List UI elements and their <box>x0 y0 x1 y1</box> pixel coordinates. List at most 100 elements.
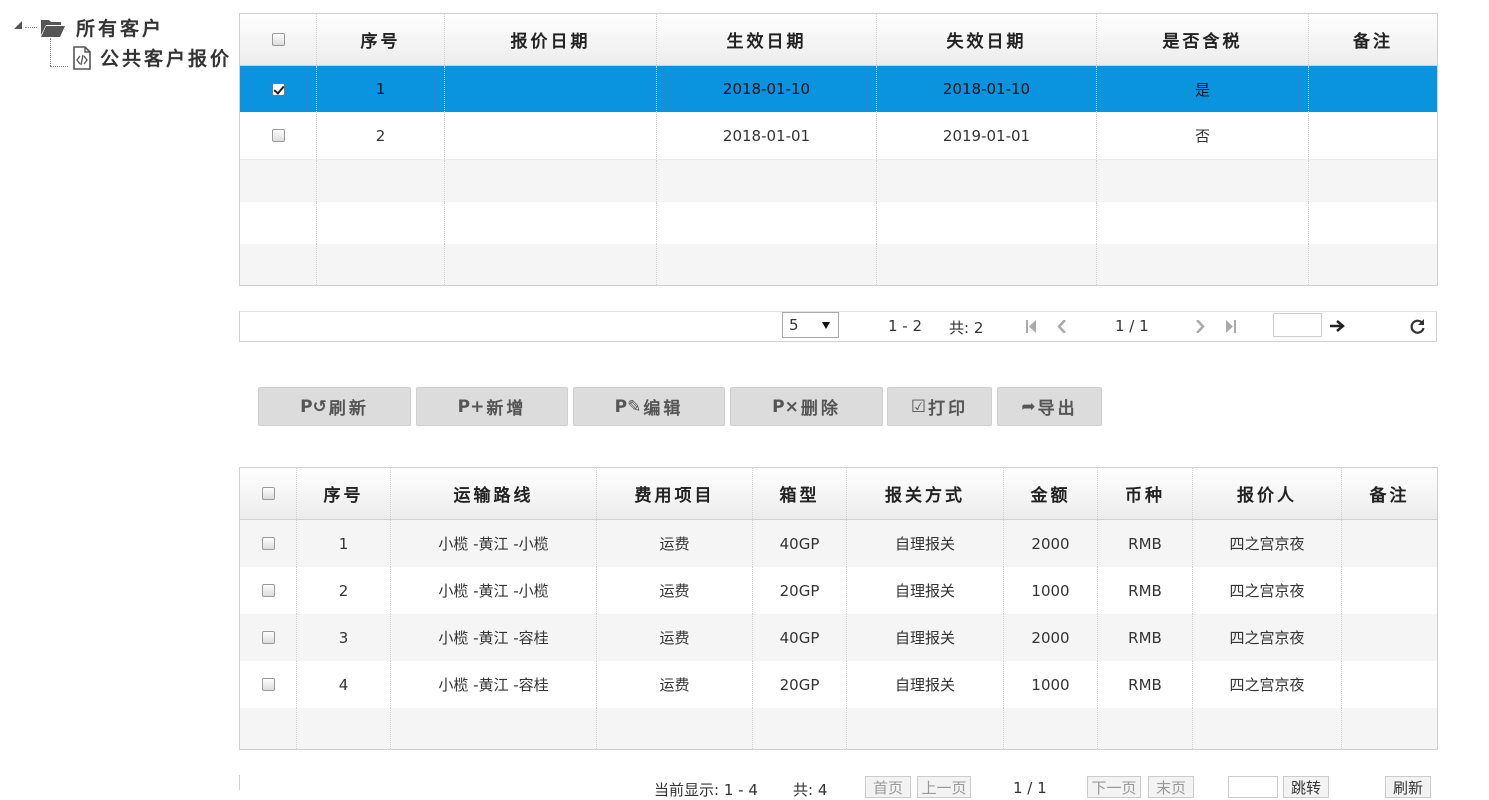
table-row[interactable]: 4 小榄 -黄江 -容桂 运费 20GP 自理报关 1000 RMB 四之宫京夜 <box>240 661 1437 708</box>
cell-note <box>1342 661 1437 708</box>
cell-currency: RMB <box>1098 520 1193 567</box>
delete-button[interactable]: P× 删除 <box>730 387 883 426</box>
empty-row <box>240 202 1437 244</box>
col-header-amount[interactable]: 金额 <box>1004 468 1098 519</box>
cell-fee: 运费 <box>597 520 753 567</box>
col-header-note[interactable]: 备注 <box>1342 468 1437 519</box>
col-header-note[interactable]: 备注 <box>1309 14 1437 65</box>
cell-box: 40GP <box>753 520 847 567</box>
refresh-icon[interactable] <box>1409 318 1426 335</box>
add-button[interactable]: P+ 新增 <box>416 387 568 426</box>
col-header-customs[interactable]: 报关方式 <box>847 468 1004 519</box>
jump-button[interactable]: 跳转 <box>1283 776 1329 798</box>
edit-button[interactable]: P✎ 编辑 <box>573 387 725 426</box>
col-header-tax[interactable]: 是否含税 <box>1097 14 1309 65</box>
col-header-route[interactable]: 运输路线 <box>391 468 597 519</box>
col-header-seq[interactable]: 序号 <box>317 14 445 65</box>
refresh-icon: P↺ <box>300 396 327 417</box>
cell-tax: 是 <box>1097 66 1309 112</box>
row-checkbox-cell[interactable] <box>240 614 297 661</box>
page2-jump-input[interactable] <box>1228 776 1278 798</box>
cell-customs: 自理报关 <box>847 661 1004 708</box>
table-row[interactable]: 1 2018-01-10 2018-01-10 是 <box>240 66 1437 112</box>
row-checkbox[interactable] <box>271 82 285 96</box>
row-checkbox[interactable] <box>271 129 285 142</box>
tree-connector-child <box>50 66 68 67</box>
pager-range: 1 - 2 <box>888 317 923 335</box>
select-all-cell[interactable] <box>240 14 317 65</box>
cell-currency: RMB <box>1098 567 1193 614</box>
go-arrow-icon[interactable] <box>1330 319 1346 333</box>
prev-page-button[interactable]: 上一页 <box>917 776 971 798</box>
col-header-start-date[interactable]: 生效日期 <box>657 14 877 65</box>
row-checkbox-cell[interactable] <box>240 112 317 159</box>
next-page-button[interactable]: 下一页 <box>1087 776 1141 798</box>
tree-node-all-customers[interactable]: 所有客户 <box>40 14 164 41</box>
table-row[interactable]: 3 小榄 -黄江 -容桂 运费 40GP 自理报关 2000 RMB 四之宫京夜 <box>240 614 1437 661</box>
last-page-button[interactable]: 末页 <box>1148 776 1194 798</box>
col-header-seq[interactable]: 序号 <box>297 468 391 519</box>
page-size-value: 5 <box>789 316 799 334</box>
row-checkbox-cell[interactable] <box>240 66 317 112</box>
export-button[interactable]: ➦ 导出 <box>997 387 1102 426</box>
cell-seq: 1 <box>317 66 445 112</box>
refresh-button[interactable]: P↺ 刷新 <box>258 387 411 426</box>
cell-amount: 2000 <box>1004 614 1098 661</box>
col-header-fee[interactable]: 费用项目 <box>597 468 753 519</box>
col-header-currency[interactable]: 币种 <box>1098 468 1193 519</box>
pager-page: 1 / 1 <box>1115 317 1149 335</box>
tree-child-label: 公共客户报价 <box>100 48 233 70</box>
row-checkbox[interactable] <box>261 584 275 597</box>
row-checkbox-cell[interactable] <box>240 520 297 567</box>
table-row[interactable]: 1 小榄 -黄江 -小榄 运费 40GP 自理报关 2000 RMB 四之宫京夜 <box>240 520 1437 567</box>
cell-amount: 1000 <box>1004 567 1098 614</box>
cell-route: 小榄 -黄江 -容桂 <box>391 614 597 661</box>
first-page-icon[interactable] <box>1026 320 1036 333</box>
table-row[interactable]: 2 2018-01-01 2019-01-01 否 <box>240 112 1437 160</box>
select-all-cell[interactable] <box>240 468 297 519</box>
last-page-icon[interactable] <box>1226 320 1236 333</box>
col-header-quote-date[interactable]: 报价日期 <box>445 14 657 65</box>
prev-page-icon[interactable] <box>1057 320 1067 333</box>
page-jump-input[interactable] <box>1273 313 1322 337</box>
cell-start-date: 2018-01-01 <box>657 112 877 159</box>
row-checkbox-cell[interactable] <box>240 567 297 614</box>
cell-customs: 自理报关 <box>847 567 1004 614</box>
row-checkbox-cell[interactable] <box>240 661 297 708</box>
cell-currency: RMB <box>1098 661 1193 708</box>
tree-connector <box>25 27 37 28</box>
pager2-refresh-button[interactable]: 刷新 <box>1385 776 1431 798</box>
col-header-quoter[interactable]: 报价人 <box>1193 468 1342 519</box>
empty-row <box>240 160 1437 202</box>
grid-header-row: 序号 运输路线 费用项目 箱型 报关方式 金额 币种 报价人 备注 <box>240 468 1437 520</box>
quote-detail-grid: 序号 运输路线 费用项目 箱型 报关方式 金额 币种 报价人 备注 1 小榄 -… <box>239 467 1438 750</box>
cell-seq: 2 <box>317 112 445 159</box>
select-all-checkbox[interactable] <box>261 487 275 500</box>
cell-fee: 运费 <box>597 614 753 661</box>
row-checkbox[interactable] <box>261 631 275 644</box>
row-checkbox[interactable] <box>261 678 275 691</box>
cell-seq: 2 <box>297 567 391 614</box>
empty-row <box>240 244 1437 285</box>
print-button[interactable]: ☑ 打印 <box>887 387 992 426</box>
cell-end-date: 2018-01-10 <box>877 66 1097 112</box>
tree-node-public-quotes[interactable]: 公共客户报价 <box>72 44 232 71</box>
cell-route: 小榄 -黄江 -小榄 <box>391 567 597 614</box>
select-all-checkbox[interactable] <box>271 33 285 46</box>
pager2-page: 1 / 1 <box>1013 779 1047 797</box>
first-page-button[interactable]: 首页 <box>865 776 911 798</box>
cell-quote-date <box>445 66 657 112</box>
table-row[interactable]: 2 小榄 -黄江 -小榄 运费 20GP 自理报关 1000 RMB 四之宫京夜 <box>240 567 1437 614</box>
cell-box: 40GP <box>753 614 847 661</box>
next-page-icon[interactable] <box>1195 320 1205 333</box>
page-size-select[interactable]: 5 <box>782 312 839 338</box>
row-checkbox[interactable] <box>261 537 275 550</box>
cell-box: 20GP <box>753 567 847 614</box>
col-header-end-date[interactable]: 失效日期 <box>877 14 1097 65</box>
col-header-box[interactable]: 箱型 <box>753 468 847 519</box>
cell-quoter: 四之宫京夜 <box>1193 520 1342 567</box>
cell-route: 小榄 -黄江 -容桂 <box>391 661 597 708</box>
collapse-triangle-icon[interactable] <box>14 21 22 29</box>
edit-icon: P✎ <box>614 396 642 417</box>
pager2-border <box>239 775 240 790</box>
